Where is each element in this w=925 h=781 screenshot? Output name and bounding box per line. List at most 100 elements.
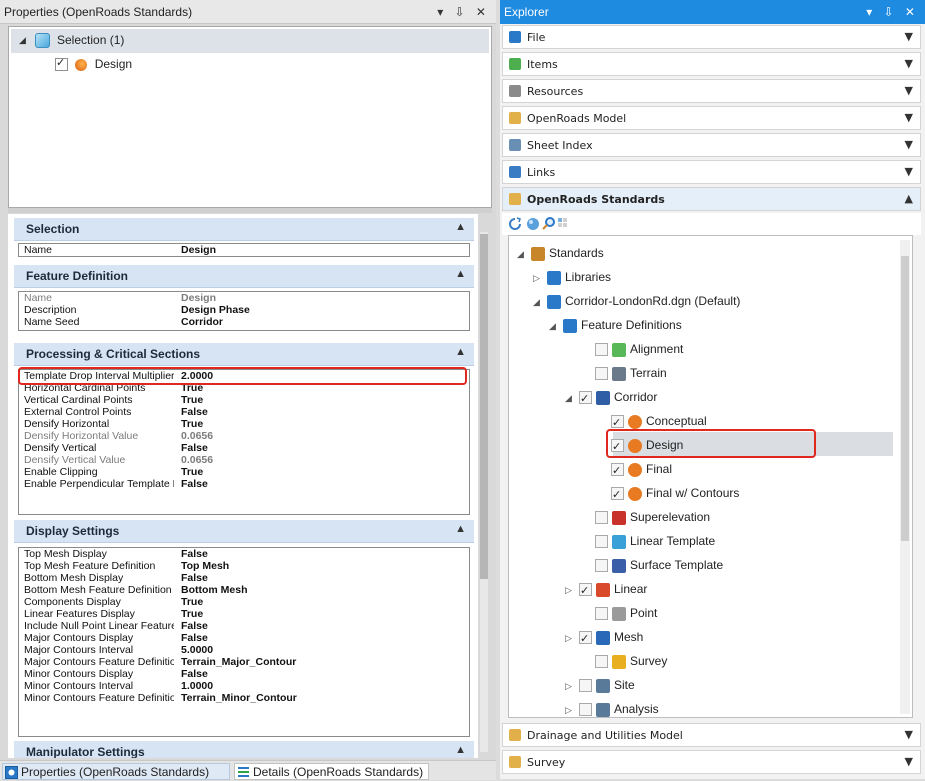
tree-checkbox[interactable] — [595, 367, 608, 381]
tree-checkbox[interactable] — [611, 412, 624, 434]
property-value[interactable]: Terrain_Major_Contour — [181, 656, 296, 668]
property-value[interactable]: Bottom Mesh — [181, 584, 248, 596]
property-value[interactable]: True — [181, 466, 203, 478]
property-row[interactable]: Densify Horizontal Value 0.0656 — [19, 430, 469, 442]
node-libraries[interactable]: ▷ Libraries — [533, 266, 611, 288]
node-corridor[interactable]: ◢ Corridor — [565, 386, 657, 410]
property-value[interactable]: True — [181, 418, 203, 430]
accordion-survey[interactable]: Survey ▼ — [502, 750, 921, 774]
expand-arrow-icon[interactable]: ▷ — [565, 579, 579, 601]
property-value[interactable]: False — [181, 478, 208, 490]
accordion-resources[interactable]: Resources ▼ — [502, 79, 921, 103]
expand-arrow-icon[interactable]: ▷ — [533, 267, 547, 289]
chevron-up-icon[interactable]: ▲ — [455, 221, 466, 233]
property-row[interactable]: Include Null Point Linear Features False — [19, 620, 469, 632]
property-row[interactable]: Top Mesh Feature Definition Top Mesh — [19, 560, 469, 572]
property-row[interactable]: Major Contours Feature Definition Terrain… — [19, 656, 469, 668]
property-row[interactable]: Enable Clipping True — [19, 466, 469, 478]
collapse-arrow-icon[interactable]: ◢ — [549, 315, 563, 337]
node-survey[interactable]: Survey — [581, 650, 667, 672]
property-value[interactable]: False — [181, 668, 208, 680]
property-value[interactable]: Design — [181, 292, 216, 304]
chevron-down-icon[interactable]: ▼ — [905, 30, 913, 43]
selection-node[interactable]: ◢ Selection (1) — [11, 29, 489, 53]
node-dgn-file[interactable]: ◢ Corridor-LondonRd.dgn (Default) — [533, 290, 740, 312]
property-row[interactable]: Densify Vertical False — [19, 442, 469, 454]
property-row[interactable]: Name Seed Corridor — [19, 316, 469, 328]
expand-arrow-icon[interactable]: ▷ — [565, 675, 579, 697]
chevron-up-icon[interactable]: ▲ — [455, 346, 466, 358]
refresh-icon[interactable] — [508, 217, 522, 231]
accordion-sheet-index[interactable]: Sheet Index ▼ — [502, 133, 921, 157]
tree-checkbox[interactable] — [579, 703, 592, 717]
chevron-up-icon[interactable]: ▲ — [455, 523, 466, 535]
zoom-icon[interactable] — [542, 216, 556, 230]
property-row[interactable]: External Control Points False — [19, 406, 469, 418]
property-value[interactable]: False — [181, 442, 208, 454]
tab-properties[interactable]: Properties (OpenRoads Standards) — [2, 763, 230, 780]
tree-checkbox[interactable] — [595, 535, 608, 549]
property-value[interactable]: 1.0000 — [181, 680, 213, 692]
tab-details[interactable]: Details (OpenRoads Standards) — [234, 763, 429, 780]
chevron-down-icon[interactable]: ▼ — [905, 111, 913, 124]
node-linear[interactable]: ▷ Linear — [565, 578, 647, 602]
property-value[interactable]: False — [181, 632, 208, 644]
tree-checkbox[interactable] — [579, 679, 592, 693]
section-display-settings[interactable]: Display Settings ▲ — [14, 520, 474, 543]
panel-controls[interactable]: ▾ ⇩ ✕ — [866, 0, 919, 24]
node-feature-definitions[interactable]: ◢ Feature Definitions — [549, 314, 682, 336]
accordion-links[interactable]: Links ▼ — [502, 160, 921, 184]
expand-arrow-icon[interactable]: ▷ — [565, 699, 579, 717]
section-processing[interactable]: Processing & Critical Sections ▲ — [14, 343, 474, 366]
property-value[interactable]: 0.0656 — [181, 454, 213, 466]
property-row[interactable]: Densify Horizontal True — [19, 418, 469, 430]
property-row[interactable]: Densify Vertical Value 0.0656 — [19, 454, 469, 466]
node-final-contours[interactable]: Final w/ Contours — [597, 482, 739, 506]
design-node[interactable]: Design — [55, 56, 132, 75]
property-row[interactable]: Major Contours Interval 5.0000 — [19, 644, 469, 656]
property-value[interactable]: Corridor — [181, 316, 223, 328]
property-row[interactable]: Major Contours Display False — [19, 632, 469, 644]
tree-checkbox[interactable] — [595, 607, 608, 621]
accordion-items[interactable]: Items ▼ — [502, 52, 921, 76]
accordion-drainage-and-utilities-model[interactable]: Drainage and Utilities Model ▼ — [502, 723, 921, 747]
property-value[interactable]: False — [181, 572, 208, 584]
chevron-down-icon[interactable]: ▼ — [905, 728, 913, 741]
property-row[interactable]: Name Design — [19, 292, 469, 304]
accordion-openroads-model[interactable]: OpenRoads Model ▼ — [502, 106, 921, 130]
node-final[interactable]: Final — [597, 458, 672, 482]
property-scrollbar-thumb[interactable] — [480, 234, 488, 579]
property-row[interactable]: Bottom Mesh Feature Definition Bottom Mes… — [19, 584, 469, 596]
panel-controls[interactable]: ▾ ⇩ ✕ — [437, 0, 490, 24]
property-row[interactable]: Name Design — [19, 244, 469, 256]
tree-checkbox[interactable] — [579, 388, 592, 410]
grid-icon[interactable] — [558, 218, 568, 228]
tree-checkbox[interactable] — [595, 511, 608, 525]
property-value[interactable]: True — [181, 608, 203, 620]
tree-checkbox[interactable] — [595, 343, 608, 357]
tree-checkbox[interactable] — [579, 580, 592, 602]
property-value[interactable]: Design — [181, 244, 216, 256]
property-row[interactable]: Linear Features Display True — [19, 608, 469, 620]
collapse-arrow-icon[interactable]: ◢ — [19, 35, 26, 46]
accordion-openroads-standards[interactable]: OpenRoads Standards ▲ — [502, 187, 921, 211]
property-row[interactable]: Components Display True — [19, 596, 469, 608]
section-selection[interactable]: Selection ▲ — [14, 218, 474, 241]
node-standards[interactable]: ◢ Standards — [517, 242, 604, 264]
collapse-arrow-icon[interactable]: ◢ — [533, 291, 547, 313]
globe-icon[interactable] — [526, 217, 540, 231]
property-row[interactable]: Minor Contours Display False — [19, 668, 469, 680]
tree-checkbox[interactable] — [611, 460, 624, 482]
tree-scrollbar-thumb[interactable] — [901, 256, 909, 541]
property-value[interactable]: 5.0000 — [181, 644, 213, 656]
property-row[interactable]: Bottom Mesh Display False — [19, 572, 469, 584]
node-point[interactable]: Point — [581, 602, 657, 624]
design-checkbox[interactable] — [55, 56, 68, 72]
chevron-down-icon[interactable]: ▼ — [905, 57, 913, 70]
tree-checkbox[interactable] — [595, 559, 608, 573]
node-superelevation[interactable]: Superelevation — [581, 506, 710, 528]
property-value[interactable]: False — [181, 406, 208, 418]
node-terrain[interactable]: Terrain — [581, 362, 667, 384]
collapse-arrow-icon[interactable]: ◢ — [517, 243, 531, 265]
property-row[interactable]: Vertical Cardinal Points True — [19, 394, 469, 406]
